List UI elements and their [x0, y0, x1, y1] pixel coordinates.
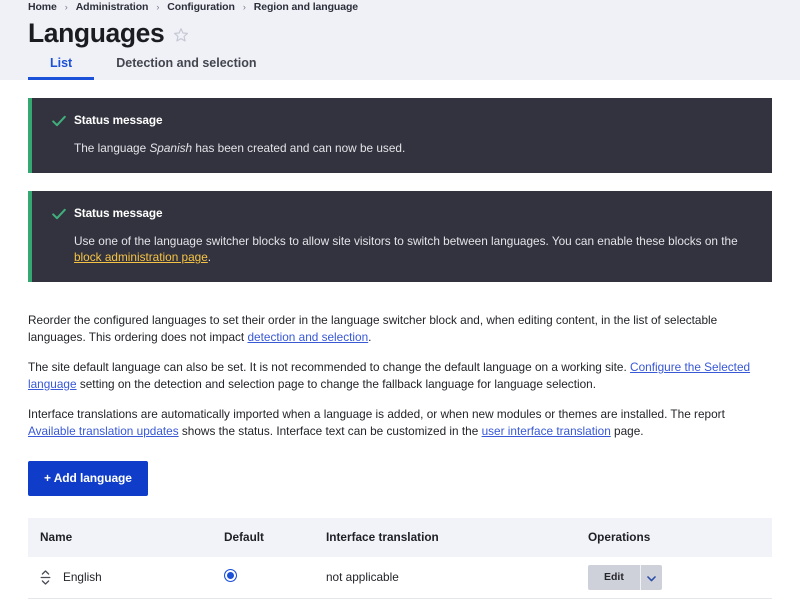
column-header-name: Name — [28, 518, 224, 557]
check-icon — [52, 113, 74, 156]
languages-admin-page: Home › Administration › Configuration › … — [0, 0, 800, 601]
link-block-administration-page[interactable]: block administration page — [74, 250, 208, 264]
table-header-row: Name Default Interface translation Opera… — [28, 518, 772, 557]
cell-name: English — [28, 557, 224, 598]
add-language-action: + Add language — [28, 461, 772, 496]
default-language-radio[interactable] — [224, 569, 237, 582]
link-available-translation-updates[interactable]: Available translation updates — [28, 424, 179, 438]
table-row: English not applicable Edit — [28, 557, 772, 598]
drag-handle-icon[interactable] — [40, 570, 51, 585]
page-content: Status message The language Spanish has … — [0, 98, 800, 601]
status-message-title: Status message — [74, 206, 752, 220]
tab-bar: List Detection and selection — [0, 49, 800, 80]
intro-p3-text-b: shows the status. Interface text can be … — [179, 424, 482, 438]
status-message-title: Status message — [74, 113, 752, 127]
intro-p3-text-c: page. — [611, 424, 644, 438]
intro-text: Reorder the configured languages to set … — [28, 312, 772, 439]
column-header-default: Default — [224, 518, 326, 557]
star-outline-icon[interactable] — [173, 22, 189, 43]
link-detection-and-selection[interactable]: detection and selection — [247, 330, 368, 344]
intro-p3-text-a: Interface translations are automatically… — [28, 407, 725, 421]
interface-translation-status: not applicable — [326, 570, 399, 584]
intro-p2-text-a: The site default language can also be se… — [28, 360, 630, 374]
intro-paragraph-default-language: The site default language can also be se… — [28, 359, 772, 392]
page-header: Home › Administration › Configuration › … — [0, 0, 800, 80]
message-text-after: . — [208, 250, 211, 264]
breadcrumb-item-home[interactable]: Home — [28, 1, 57, 13]
table-body: English not applicable Edit — [28, 557, 772, 601]
chevron-down-icon — [647, 570, 656, 585]
message-text-before: Use one of the language switcher blocks … — [74, 234, 738, 248]
add-language-button[interactable]: + Add language — [28, 461, 148, 496]
tab-list[interactable]: List — [28, 56, 94, 80]
message-text-after: has been created and can now be used. — [192, 141, 405, 155]
breadcrumb-item-administration[interactable]: Administration — [76, 1, 149, 13]
breadcrumb-separator-icon: › — [156, 2, 159, 12]
cell-interface-translation: not applicable — [326, 557, 588, 598]
message-text-before: The language — [74, 141, 149, 155]
title-row: Languages — [0, 13, 800, 49]
operations-toggle-button[interactable] — [640, 565, 662, 590]
status-message-text: Use one of the language switcher blocks … — [74, 233, 752, 265]
breadcrumb-separator-icon: › — [243, 2, 246, 12]
intro-p2-text-b: setting on the detection and selection p… — [77, 377, 596, 391]
breadcrumb-separator-icon: › — [65, 2, 68, 12]
language-name: English — [63, 570, 102, 584]
status-message-language-created: Status message The language Spanish has … — [28, 98, 772, 173]
message-emphasis-language: Spanish — [149, 141, 192, 155]
edit-button[interactable]: Edit — [588, 565, 640, 590]
breadcrumb-item-configuration[interactable]: Configuration — [167, 1, 235, 13]
link-user-interface-translation[interactable]: user interface translation — [482, 424, 611, 438]
cell-default — [224, 557, 326, 598]
intro-paragraph-translations: Interface translations are automatically… — [28, 406, 772, 439]
intro-paragraph-reorder: Reorder the configured languages to set … — [28, 312, 772, 345]
status-message-text: The language Spanish has been created an… — [74, 140, 752, 156]
languages-table: Name Default Interface translation Opera… — [28, 518, 772, 601]
operations-dropdown: Edit — [588, 565, 662, 590]
check-icon — [52, 206, 74, 265]
cell-operations: Edit — [588, 557, 772, 598]
intro-p1-text-b: . — [368, 330, 371, 344]
intro-p1-text-a: Reorder the configured languages to set … — [28, 313, 717, 344]
tab-detection-and-selection[interactable]: Detection and selection — [94, 56, 278, 80]
status-message-language-switcher: Status message Use one of the language s… — [28, 191, 772, 282]
breadcrumb: Home › Administration › Configuration › … — [0, 0, 800, 13]
page-title: Languages — [28, 18, 164, 48]
column-header-interface-translation: Interface translation — [326, 518, 588, 557]
table-head: Name Default Interface translation Opera… — [28, 518, 772, 557]
breadcrumb-item-region-and-language[interactable]: Region and language — [254, 1, 358, 13]
column-header-operations: Operations — [588, 518, 772, 557]
